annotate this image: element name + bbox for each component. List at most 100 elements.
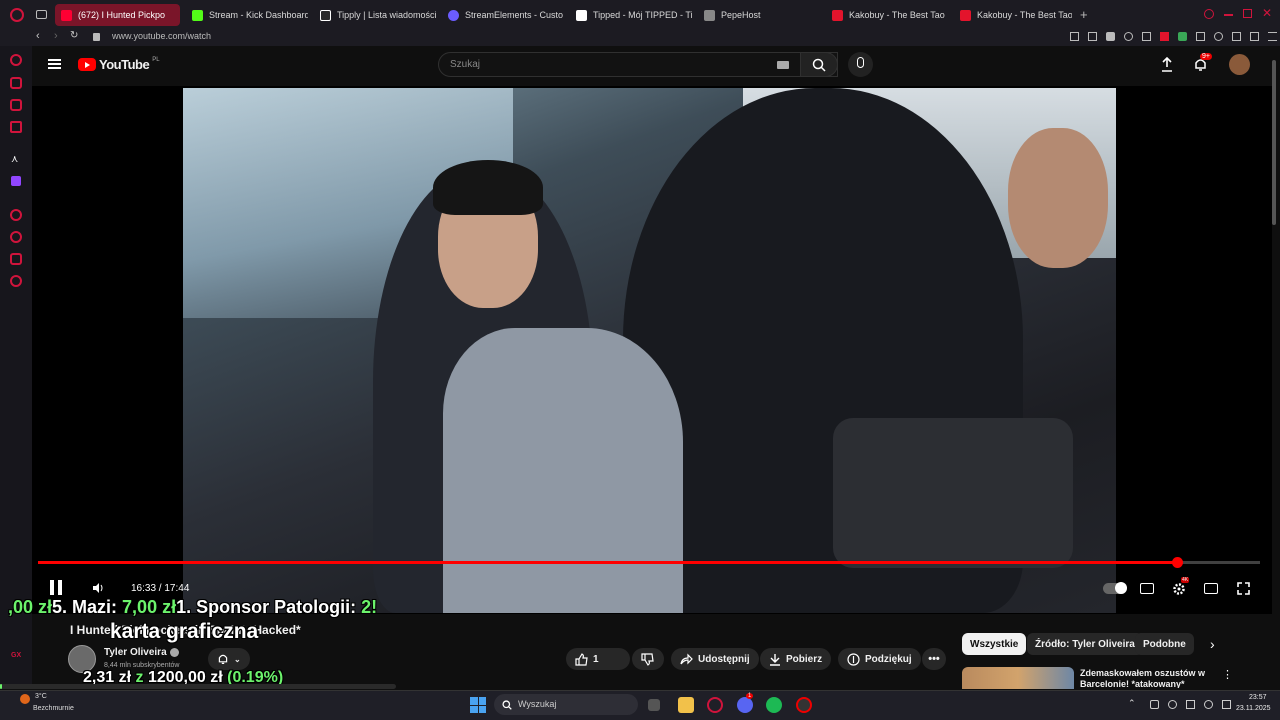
subscriber-count: 8,44 mln subskrybentów (104, 662, 180, 669)
grey-cloth (443, 328, 683, 613)
chip-source-channel[interactable]: Źródło: Tyler Oliveira (1027, 633, 1143, 655)
file-explorer-icon[interactable] (678, 697, 694, 713)
voice-search-button[interactable] (848, 52, 873, 77)
tab-kakobuy-1[interactable]: Kakobuy - The Best Tao (826, 4, 948, 26)
channel-name[interactable]: Tyler Oliveira (104, 647, 167, 658)
fullscreen-button[interactable] (1237, 582, 1250, 595)
gx-corner-icon[interactable]: GX (11, 652, 21, 659)
weather-text: Bezchmurnie (33, 705, 74, 712)
reload-icon[interactable]: ↻ (70, 30, 78, 41)
kakobuy-favicon-icon (960, 9, 971, 21)
clock-date[interactable]: 23.11.2025 (1236, 705, 1271, 712)
miniplayer-button[interactable] (1204, 583, 1218, 594)
autoplay-toggle[interactable] (1103, 582, 1127, 594)
menu-icon[interactable] (48, 59, 61, 69)
more-horizontal-icon: ••• (928, 653, 940, 665)
opera-logo-icon[interactable] (10, 8, 24, 22)
clock-time[interactable]: 23:57 (1249, 694, 1267, 701)
tab-title: Kakobuy - The Best Tao (977, 10, 1072, 20)
chip-all[interactable]: Wszystkie (962, 633, 1027, 655)
dislike-button[interactable] (632, 648, 664, 670)
new-tab-button[interactable]: + (1080, 7, 1088, 22)
upload-button[interactable] (1160, 57, 1174, 72)
upload-icon (1162, 57, 1172, 72)
settings-icon[interactable] (10, 275, 22, 287)
volume-button[interactable] (92, 582, 104, 594)
chip-related[interactable]: Podobne (1135, 633, 1194, 655)
messenger-icon[interactable] (10, 77, 22, 89)
tab-kick-dashboard[interactable]: Stream - Kick Dashboard (186, 4, 308, 26)
pause-button[interactable] (50, 580, 62, 595)
youtube-logo-text: YouTube (99, 57, 150, 72)
recommendation-more-icon[interactable]: ⋮ (1222, 668, 1233, 681)
back-icon[interactable]: ‹ (36, 30, 40, 42)
page-scrollbar[interactable] (1272, 60, 1276, 225)
video-frame[interactable] (183, 88, 1116, 613)
twitch-icon[interactable] (11, 176, 21, 186)
forward-icon[interactable]: › (54, 30, 58, 42)
tab-streamelements[interactable]: StreamElements - Custo (442, 4, 564, 26)
recommendation-title[interactable]: Zdemaskowałem oszustów w Barcelonie! *at… (1080, 668, 1220, 688)
spotify-icon[interactable] (766, 697, 782, 713)
extension-icons[interactable] (1070, 32, 1277, 41)
kakobuy-favicon-icon (832, 9, 843, 21)
taskbar-search-input[interactable]: Wyszukaj (518, 699, 556, 709)
tray-chevron-icon[interactable]: ⌃ (1128, 698, 1136, 709)
chat-icon[interactable] (10, 99, 22, 111)
taskbar: 3°C Bezchmurnie (0, 690, 1280, 720)
search-input[interactable]: Szukaj (450, 59, 480, 70)
maximize-button[interactable] (1243, 9, 1252, 18)
kick-icon[interactable]: ⋏ (11, 154, 18, 165)
tab-kakobuy-2[interactable]: Kakobuy - The Best Tao (954, 4, 1072, 26)
taskbar-search[interactable]: Wyszukaj (494, 694, 638, 715)
like-button[interactable]: 1 (566, 648, 630, 670)
search-tabs-icon[interactable] (1204, 9, 1214, 19)
tab-pepehost[interactable]: PepeHost (698, 4, 820, 26)
minimize-button[interactable] (1224, 14, 1233, 16)
download-button[interactable]: Pobierz (760, 648, 832, 670)
player-icon[interactable] (10, 209, 22, 221)
close-window-button[interactable]: ✕ (1262, 6, 1272, 20)
opera-gx-icon[interactable] (10, 54, 22, 66)
progress-scrubber[interactable] (1172, 557, 1183, 568)
opera-gx-taskbar-icon[interactable] (707, 697, 723, 713)
notifications-button[interactable]: 9+ (1193, 53, 1212, 72)
search-icon (812, 58, 826, 72)
discord-icon[interactable]: 1 (737, 693, 754, 713)
subscribed-button[interactable]: ⌄ (208, 648, 250, 670)
tray-icons[interactable] (1150, 700, 1231, 709)
url-field[interactable]: www.youtube.com/watch (112, 31, 211, 41)
start-button[interactable] (470, 697, 486, 713)
address-bar: ‹ › ↻ www.youtube.com/watch (0, 30, 1280, 46)
app-icon[interactable] (796, 697, 812, 713)
tab-title: Stream - Kick Dashboard (209, 10, 308, 20)
microphone-icon (857, 57, 864, 68)
weather-icon[interactable] (20, 694, 30, 704)
settings-button[interactable]: 4K (1172, 577, 1190, 596)
bell-icon (218, 654, 228, 664)
opera-sidebar: ⋏ GX (0, 46, 32, 686)
tab-title: PepeHost (721, 10, 761, 20)
person-hair (433, 160, 543, 215)
recommendation-thumbnail[interactable] (962, 667, 1074, 689)
tab-tipply[interactable]: Tipply | Lista wiadomości (314, 4, 436, 26)
extensions-icon[interactable] (10, 253, 22, 265)
tab-overview-icon[interactable] (36, 10, 47, 19)
share-button[interactable]: Udostępnij (671, 648, 759, 670)
subtitles-button[interactable] (1140, 583, 1154, 594)
music-icon[interactable] (10, 121, 22, 133)
youtube-logo[interactable]: YouTube PL (78, 57, 160, 72)
tab-youtube[interactable]: (672) I Hunted Pickpo (55, 4, 180, 26)
chips-next-icon[interactable]: › (1210, 636, 1215, 652)
history-icon[interactable] (10, 231, 22, 243)
thanks-button[interactable]: Podziękuj (838, 648, 921, 670)
task-view-icon[interactable] (648, 699, 660, 711)
share-icon (680, 653, 693, 665)
avatar[interactable] (1229, 54, 1250, 75)
search-box[interactable]: Szukaj (438, 52, 838, 77)
weather-temp: 3°C (35, 693, 47, 700)
tab-tipped[interactable]: Tipped - Mój TIPPED - Ti (570, 4, 692, 26)
search-button[interactable] (800, 52, 838, 77)
more-actions-button[interactable]: ••• (922, 648, 946, 670)
keyboard-icon[interactable] (777, 61, 789, 69)
